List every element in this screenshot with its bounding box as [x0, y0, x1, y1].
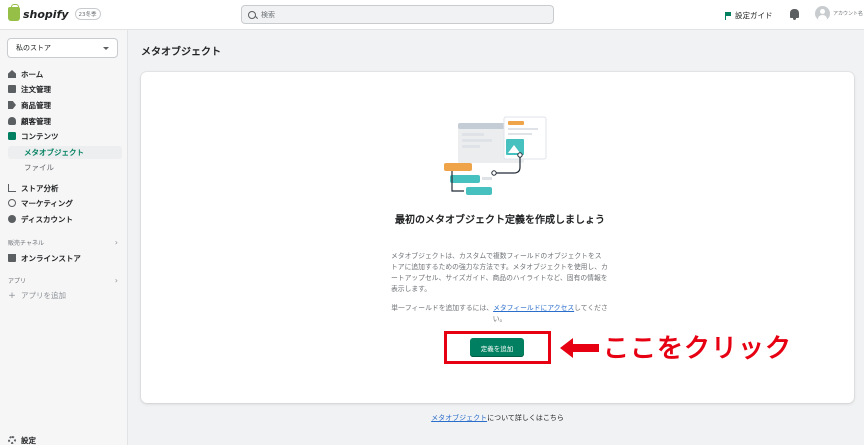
sidebar-subitem-metaobjects[interactable]: メタオブジェクト	[8, 146, 122, 159]
empty-state-title: 最初のメタオブジェクト定義を作成しましょう	[395, 215, 605, 226]
sidebar-item-content[interactable]: コンテンツ	[8, 129, 59, 143]
sidebar-subitem-label: ファイル	[24, 163, 54, 172]
sidebar-item-label: オンラインストア	[21, 253, 81, 263]
sidebar-subitem-files[interactable]: ファイル	[8, 161, 122, 174]
sidebar-item-online-store[interactable]: オンラインストア	[8, 251, 81, 265]
page-title: メタオブジェクト	[141, 47, 221, 58]
metafield-link-line: 単一フィールドを追加するには、メタフィールドにアクセスしてください。	[391, 303, 608, 325]
link-prefix: 単一フィールドを追加するには、	[391, 304, 494, 312]
sidebar-item-home[interactable]: ホーム	[8, 67, 43, 81]
person-icon	[8, 117, 16, 125]
store-icon	[8, 254, 16, 262]
learn-more-text: について詳しくはこちら	[487, 414, 564, 422]
shopify-bag-icon	[8, 4, 20, 21]
add-app-link[interactable]: + アプリを追加	[8, 290, 66, 301]
chevron-down-icon	[103, 46, 109, 50]
sidebar-item-label: ホーム	[21, 69, 44, 79]
home-icon	[8, 70, 16, 78]
apps-header[interactable]: アプリ ›	[8, 276, 118, 285]
sidebar-item-discounts[interactable]: ディスカウント	[8, 212, 73, 226]
gear-icon	[8, 436, 16, 444]
add-app-label: アプリを追加	[21, 291, 66, 300]
bell-icon[interactable]	[790, 9, 799, 20]
account-menu[interactable]: アカウント名	[815, 6, 863, 21]
section-label: アプリ	[8, 278, 27, 285]
sidebar-item-products[interactable]: 商品管理	[8, 98, 51, 112]
sidebar-item-label: 顧客管理	[21, 116, 51, 126]
order-icon	[8, 85, 16, 93]
learn-more-line: メタオブジェクトについて詳しくはこちら	[141, 413, 854, 423]
flag-icon	[725, 11, 732, 20]
sidebar-item-analytics[interactable]: ストア分析	[8, 181, 59, 195]
discount-icon	[8, 215, 16, 223]
setup-guide-label: 設定ガイド	[735, 11, 773, 20]
search-placeholder: 検索	[261, 10, 275, 19]
sidebar-item-label: 注文管理	[21, 84, 51, 94]
logo-text: shopify	[23, 7, 69, 21]
setup-guide-button[interactable]: 設定ガイド	[725, 10, 773, 21]
store-name: 私のストア	[16, 44, 51, 52]
click-here-annotation: ここをクリック	[603, 334, 793, 364]
metafield-access-link[interactable]: メタフィールドにアクセス	[493, 304, 574, 312]
store-selector[interactable]: 私のストア	[7, 38, 118, 58]
sidebar-item-label: ストア分析	[21, 183, 59, 193]
sidebar-item-label: ディスカウント	[21, 214, 73, 224]
tag-icon	[8, 101, 16, 109]
sidebar-item-orders[interactable]: 注文管理	[8, 82, 51, 96]
sidebar-subitem-label: メタオブジェクト	[24, 148, 84, 157]
sales-channels-header[interactable]: 販売チャネル ›	[8, 238, 118, 247]
chevron-right-icon: ›	[114, 276, 118, 285]
empty-state-description: メタオブジェクトは、カスタムで複数フィールドのオブジェクトをストアに追加するため…	[391, 252, 608, 293]
metaobject-learn-link[interactable]: メタオブジェクト	[431, 414, 487, 422]
sidebar: 私のストア ホーム 注文管理 商品管理 顧客管理 コンテンツ メタオブジェクト …	[0, 30, 128, 445]
edition-badge: 23冬季	[74, 8, 101, 20]
highlight-box	[444, 331, 551, 364]
chevron-right-icon: ›	[114, 238, 118, 247]
plus-icon: +	[8, 290, 16, 301]
sidebar-item-label: コンテンツ	[21, 131, 59, 141]
chart-icon	[8, 184, 16, 192]
search-input[interactable]: 検索	[241, 5, 554, 24]
sidebar-item-customers[interactable]: 顧客管理	[8, 114, 51, 128]
avatar	[815, 6, 830, 21]
shopify-logo[interactable]: shopify 23冬季	[8, 4, 101, 21]
sidebar-item-label: 商品管理	[21, 100, 51, 110]
top-bar: shopify 23冬季 検索 設定ガイド アカウント名	[0, 0, 864, 30]
account-name: アカウント名	[833, 11, 864, 17]
content-icon	[8, 132, 16, 140]
sidebar-item-label: マーケティング	[21, 198, 73, 208]
sidebar-item-marketing[interactable]: マーケティング	[8, 196, 73, 210]
section-label: 販売チャネル	[8, 240, 44, 247]
sidebar-item-settings[interactable]: 設定	[8, 433, 36, 445]
target-icon	[8, 199, 16, 207]
left-arrow-icon	[560, 338, 599, 358]
metaobject-illustration	[444, 116, 547, 195]
sidebar-item-label: 設定	[21, 435, 36, 445]
search-icon	[248, 10, 256, 19]
